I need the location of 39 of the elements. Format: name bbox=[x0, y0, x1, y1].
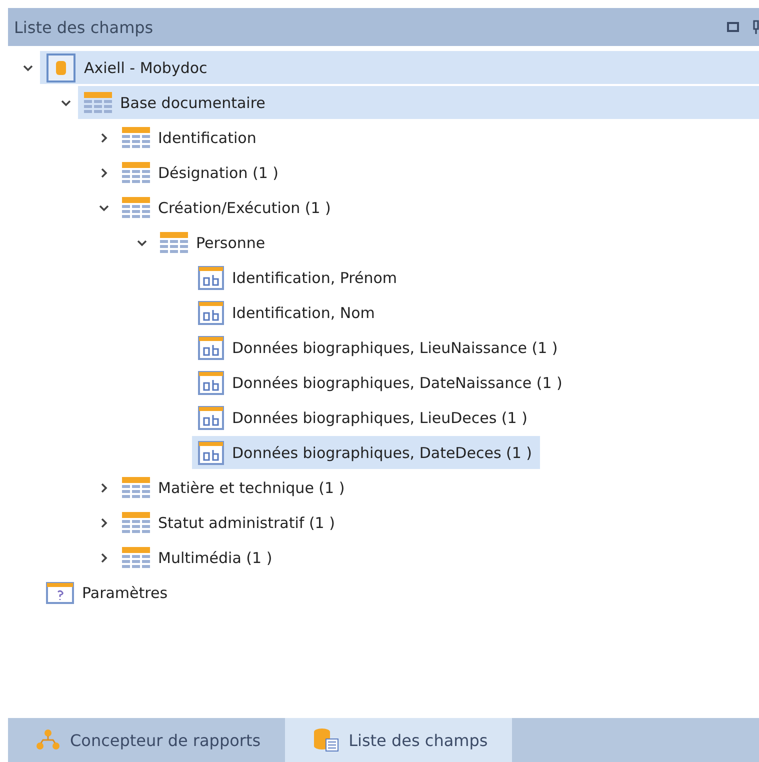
text-field-icon bbox=[198, 370, 224, 394]
tree-item[interactable]: Axiell - Mobydoc bbox=[40, 51, 759, 84]
text-field-icon bbox=[198, 336, 224, 360]
tree-item[interactable]: Désignation (1 ) bbox=[116, 156, 759, 189]
tree-item[interactable]: Personne bbox=[154, 226, 759, 259]
hierarchy-icon bbox=[36, 729, 60, 751]
tree-item[interactable]: Identification, Prénom bbox=[192, 261, 406, 294]
parameter-icon bbox=[46, 582, 74, 604]
tree-item[interactable]: Identification, Nom bbox=[192, 296, 383, 329]
tab[interactable]: Liste des champs bbox=[284, 718, 512, 762]
tree-item[interactable]: Données biographiques, LieuDeces (1 ) bbox=[192, 401, 536, 434]
table-icon bbox=[122, 512, 150, 534]
table-icon bbox=[84, 92, 112, 114]
pin-icon[interactable] bbox=[753, 20, 759, 34]
table-icon bbox=[122, 196, 150, 218]
text-field-icon bbox=[198, 266, 224, 290]
tree-item[interactable]: Identification bbox=[116, 121, 759, 154]
window-icon[interactable] bbox=[727, 22, 739, 32]
tree-item[interactable]: Données biographiques, DateDeces (1 ) bbox=[192, 436, 540, 469]
tree-item[interactable]: Matière et technique (1 ) bbox=[116, 471, 759, 504]
tree-item[interactable]: Paramètres bbox=[40, 576, 759, 609]
table-icon bbox=[160, 232, 188, 254]
text-field-icon bbox=[198, 440, 224, 464]
table-icon bbox=[122, 162, 150, 184]
panel-title: Liste des champs bbox=[14, 18, 154, 36]
tree-item[interactable]: Données biographiques, DateNaissance (1 ) bbox=[192, 366, 570, 399]
tree-item[interactable]: Base documentaire bbox=[78, 86, 759, 119]
table-icon bbox=[122, 476, 150, 498]
tree-item[interactable]: Création/Exécution (1 ) bbox=[116, 191, 759, 224]
table-icon bbox=[122, 126, 150, 148]
tree-item[interactable]: Données biographiques, LieuNaissance (1 ) bbox=[192, 331, 566, 364]
tree-item[interactable]: Statut administratif (1 ) bbox=[116, 506, 759, 539]
database-icon bbox=[46, 52, 76, 82]
tab[interactable]: Concepteur de rapports bbox=[8, 718, 285, 762]
text-field-icon bbox=[198, 406, 224, 430]
tree-item[interactable]: Multimédia (1 ) bbox=[116, 541, 759, 574]
database-list-icon bbox=[312, 727, 339, 753]
text-field-icon bbox=[198, 300, 224, 324]
table-icon bbox=[122, 546, 150, 568]
